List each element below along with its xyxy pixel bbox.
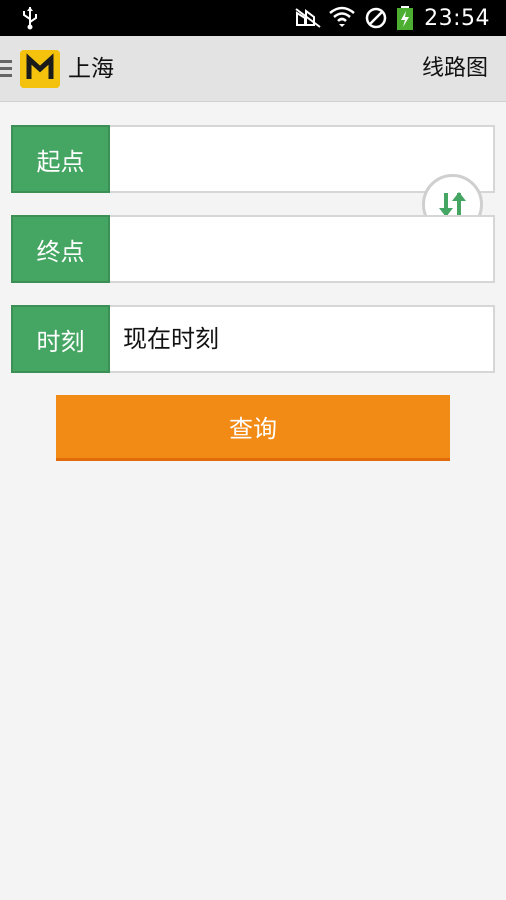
route-map-link[interactable]: 线路图 xyxy=(422,55,488,83)
start-row: 起点 xyxy=(11,125,495,193)
end-label: 终点 xyxy=(11,215,110,283)
battery-charging-icon xyxy=(397,6,414,30)
menu-icon[interactable] xyxy=(0,58,14,80)
action-bar: 上海 线路图 xyxy=(0,36,506,102)
query-button[interactable]: 查询 xyxy=(56,395,450,461)
start-label: 起点 xyxy=(11,125,110,193)
time-label: 时刻 xyxy=(11,305,110,373)
clock: 23:54 xyxy=(424,5,490,31)
end-row: 终点 xyxy=(11,215,495,283)
usb-icon xyxy=(23,7,37,30)
status-bar: 23:54 xyxy=(0,0,506,36)
city-selector[interactable]: 上海 xyxy=(68,55,114,83)
end-input[interactable] xyxy=(112,217,493,281)
wifi-icon xyxy=(329,6,355,27)
time-value[interactable]: 现在时刻 xyxy=(123,307,219,371)
mute-icon xyxy=(295,8,321,28)
block-icon xyxy=(365,7,387,29)
time-row[interactable]: 时刻 现在时刻 xyxy=(11,305,495,373)
metro-logo-icon[interactable] xyxy=(20,50,60,88)
status-icons: 23:54 xyxy=(294,0,490,36)
